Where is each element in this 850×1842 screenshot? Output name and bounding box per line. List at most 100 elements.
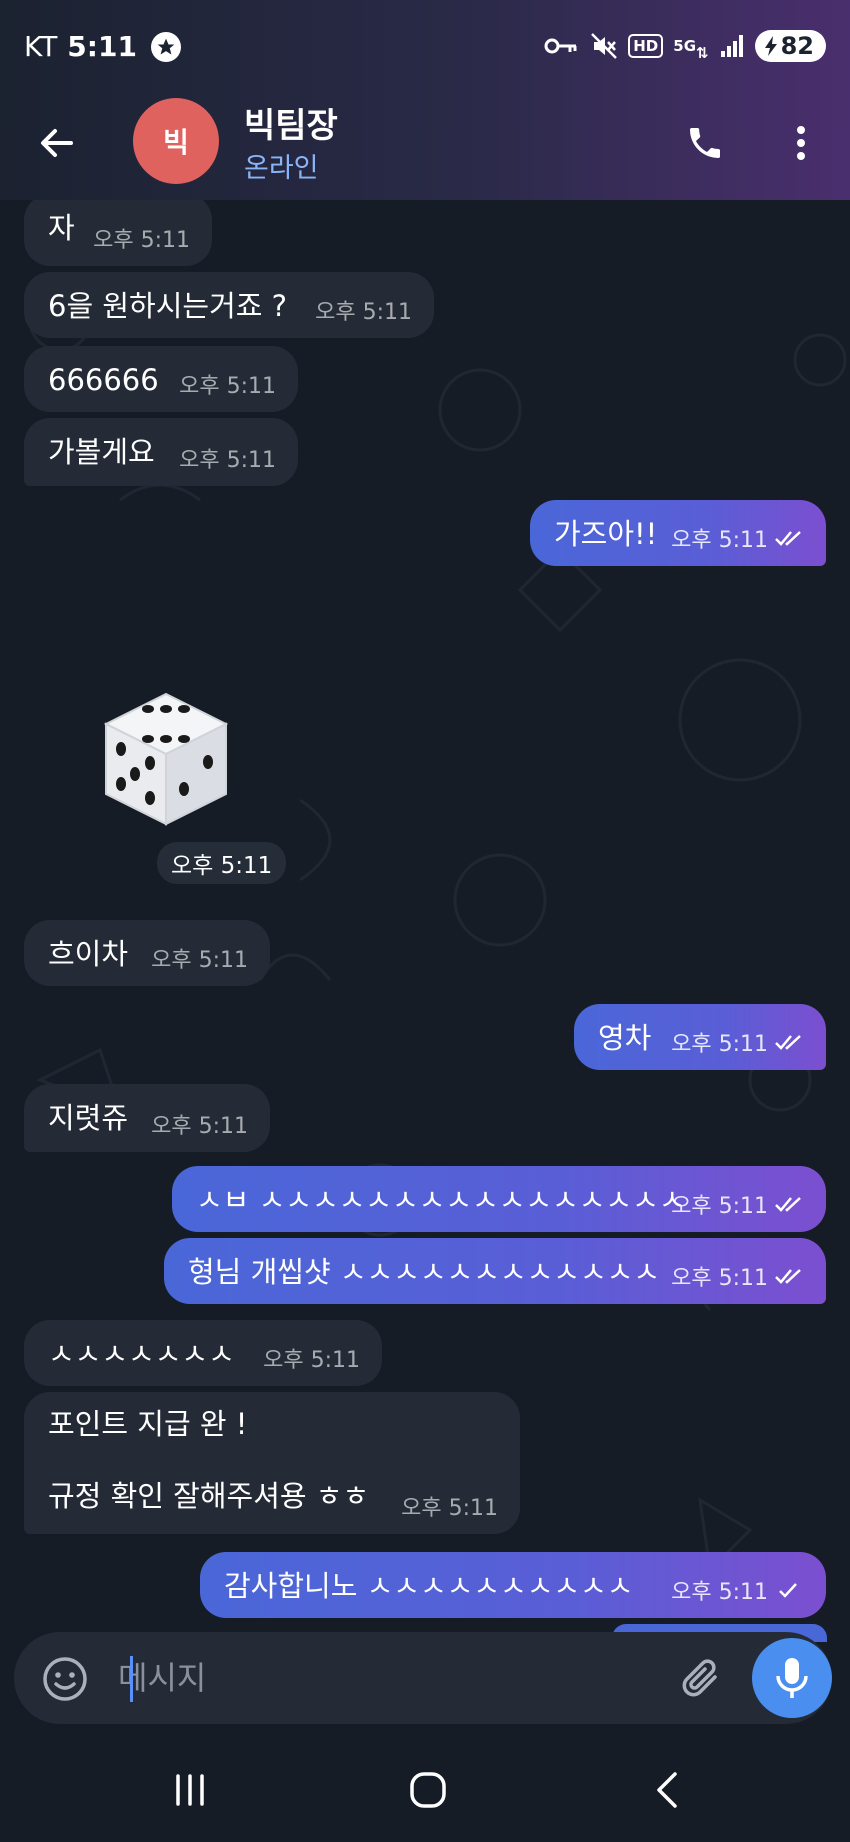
message-time: 오후 5:11	[179, 442, 276, 474]
double-check-icon	[775, 1269, 801, 1284]
status-bar: KT 5:11 HD 5G ⇅ 82	[0, 0, 850, 96]
recents-icon	[176, 1774, 204, 1806]
message-bubble-outgoing[interactable]: 감사합니노 ㅅㅅㅅㅅㅅㅅㅅㅅㅅㅅ 오후 5:11	[200, 1552, 826, 1618]
recent-apps-button[interactable]	[160, 1760, 220, 1820]
carrier-label: KT	[24, 30, 58, 63]
message-text: 666666	[48, 363, 159, 397]
message-time-label: 오후 5:11	[671, 1580, 768, 1605]
message-bubble-incoming[interactable]: 6을 원하시는거죠 ? 오후 5:11	[24, 272, 434, 338]
star-icon	[150, 31, 181, 62]
mute-icon	[590, 32, 618, 60]
phone-icon	[690, 128, 720, 158]
message-time: 오후 5:11	[315, 294, 412, 326]
sticker-time: 오후 5:11	[157, 842, 287, 884]
voice-record-button[interactable]	[752, 1638, 832, 1718]
text-cursor	[130, 1656, 133, 1702]
message-text: 형님 개씹샷 ㅅㅅㅅㅅㅅㅅㅅㅅㅅㅅㅅㅅ	[188, 1255, 660, 1289]
chevron-left-icon	[657, 1772, 677, 1808]
message-bubble-incoming[interactable]: 가볼게요 오후 5:11	[24, 418, 298, 486]
network-type-icon: 5G ⇅	[673, 37, 709, 62]
message-time: 오후 5:11	[151, 942, 248, 974]
composer-bar	[14, 1632, 832, 1724]
back-nav-button[interactable]	[636, 1760, 696, 1820]
message-bubble-incoming[interactable]: 포인트 지급 완 ! 규정 확인 잘해주셔용 ㅎㅎ 오후 5:11	[24, 1392, 520, 1534]
message-time-label: 오후 5:11	[179, 448, 276, 473]
smiley-icon	[43, 1657, 87, 1701]
dice-icon	[103, 692, 229, 826]
network-type-label: 5G	[673, 37, 697, 55]
more-options-button[interactable]	[776, 118, 826, 168]
message-time-label: 오후 5:11	[671, 1266, 768, 1291]
message-bubble-outgoing[interactable]: 가즈아!! 오후 5:11	[530, 500, 826, 566]
message-time: 오후 5:11	[401, 1490, 498, 1522]
home-icon	[410, 1772, 446, 1808]
hd-voice-icon: HD	[628, 34, 664, 58]
chat-header: 빅 빅팀장 온라인	[0, 96, 850, 200]
message-time-label: 오후 5:11	[263, 1348, 360, 1373]
emoji-button[interactable]	[40, 1654, 90, 1704]
back-arrow-icon	[41, 129, 73, 157]
message-time: 오후 5:11	[671, 1260, 804, 1292]
message-text: 가볼게요	[48, 435, 155, 469]
message-text: 포인트 지급 완 ! 규정 확인 잘해주셔용 ㅎㅎ	[48, 1407, 370, 1513]
message-bubble-incoming[interactable]: 지렷쥬 오후 5:11	[24, 1084, 270, 1152]
message-time-label: 오후 5:11	[315, 300, 412, 325]
home-button[interactable]	[398, 1760, 458, 1820]
message-time-label: 오후 5:11	[671, 1032, 768, 1057]
double-check-icon	[775, 1197, 801, 1212]
contact-status: 온라인	[244, 153, 319, 184]
key-icon	[544, 35, 580, 57]
message-text: ㅅㅂ ㅅㅅㅅㅅㅅㅅㅅㅅㅅㅅㅅㅅㅅㅅㅅㅅ	[196, 1183, 686, 1217]
message-bubble-incoming[interactable]: 666666 오후 5:11	[24, 346, 298, 412]
message-list[interactable]: 자 오후 5:11 6을 원하시는거죠 ? 오후 5:11 666666 오후 …	[0, 200, 850, 1630]
message-bubble-outgoing[interactable]: ㅅㅂ ㅅㅅㅅㅅㅅㅅㅅㅅㅅㅅㅅㅅㅅㅅㅅㅅ 오후 5:11	[172, 1166, 826, 1232]
message-time-label: 오후 5:11	[671, 528, 768, 553]
attach-button[interactable]	[676, 1652, 730, 1706]
message-text: 6을 원하시는거죠 ?	[48, 289, 288, 323]
double-check-icon	[775, 1035, 801, 1050]
message-text: 감사합니노 ㅅㅅㅅㅅㅅㅅㅅㅅㅅㅅ	[224, 1569, 634, 1603]
status-right: HD 5G ⇅ 82	[544, 30, 826, 62]
single-check-icon	[779, 1583, 797, 1598]
message-bubble-outgoing[interactable]: 영차 오후 5:11	[574, 1004, 826, 1070]
message-bubble-incoming[interactable]: ㅅㅅㅅㅅㅅㅅㅅ 오후 5:11	[24, 1320, 382, 1386]
message-time: 오후 5:11	[671, 1026, 804, 1058]
double-check-icon	[775, 531, 801, 546]
message-time: 오후 5:11	[151, 1108, 248, 1140]
message-time-label: 오후 5:11	[151, 1114, 248, 1139]
call-button[interactable]	[680, 118, 730, 168]
message-time-label: 오후 5:11	[671, 1194, 768, 1219]
message-time-label: 오후 5:11	[93, 228, 190, 253]
paperclip-icon	[682, 1659, 717, 1697]
message-text: 지렷쥬	[48, 1101, 129, 1135]
charging-bolt-icon	[764, 36, 777, 56]
message-bubble-outgoing[interactable]: 형님 개씹샷 ㅅㅅㅅㅅㅅㅅㅅㅅㅅㅅㅅㅅ 오후 5:11	[164, 1238, 826, 1304]
microphone-icon	[776, 1658, 808, 1698]
message-bubble-incoming[interactable]: 흐이차 오후 5:11	[24, 920, 270, 986]
message-input[interactable]	[118, 1652, 658, 1704]
avatar[interactable]: 빅	[133, 98, 219, 184]
status-left: KT 5:11	[24, 30, 181, 63]
kebab-menu-icon	[797, 126, 805, 160]
message-time-label: 오후 5:11	[401, 1496, 498, 1521]
message-time: 오후 5:11	[179, 368, 276, 400]
message-time: 오후 5:11	[671, 522, 804, 554]
message-text: 흐이차	[48, 937, 129, 971]
message-text: ㅅㅅㅅㅅㅅㅅㅅ	[48, 1337, 235, 1371]
contact-name[interactable]: 빅팀장	[244, 98, 338, 147]
message-time: 오후 5:11	[671, 1188, 804, 1220]
message-text: 영차	[598, 1021, 652, 1055]
signal-icon	[719, 33, 745, 59]
message-text: 자	[48, 211, 75, 245]
dice-sticker[interactable]	[86, 684, 236, 834]
message-time: 오후 5:11	[263, 1342, 360, 1374]
message-text: 가즈아!!	[554, 517, 658, 551]
message-bubble-incoming[interactable]: 자 오후 5:11	[24, 200, 212, 266]
system-nav-bar	[0, 1738, 850, 1842]
battery-level: 82	[780, 32, 814, 60]
message-time: 오후 5:11	[93, 222, 190, 254]
clock: 5:11	[67, 30, 137, 63]
message-time: 오후 5:11	[671, 1574, 804, 1606]
back-button[interactable]	[32, 118, 82, 168]
battery-indicator: 82	[754, 30, 826, 62]
